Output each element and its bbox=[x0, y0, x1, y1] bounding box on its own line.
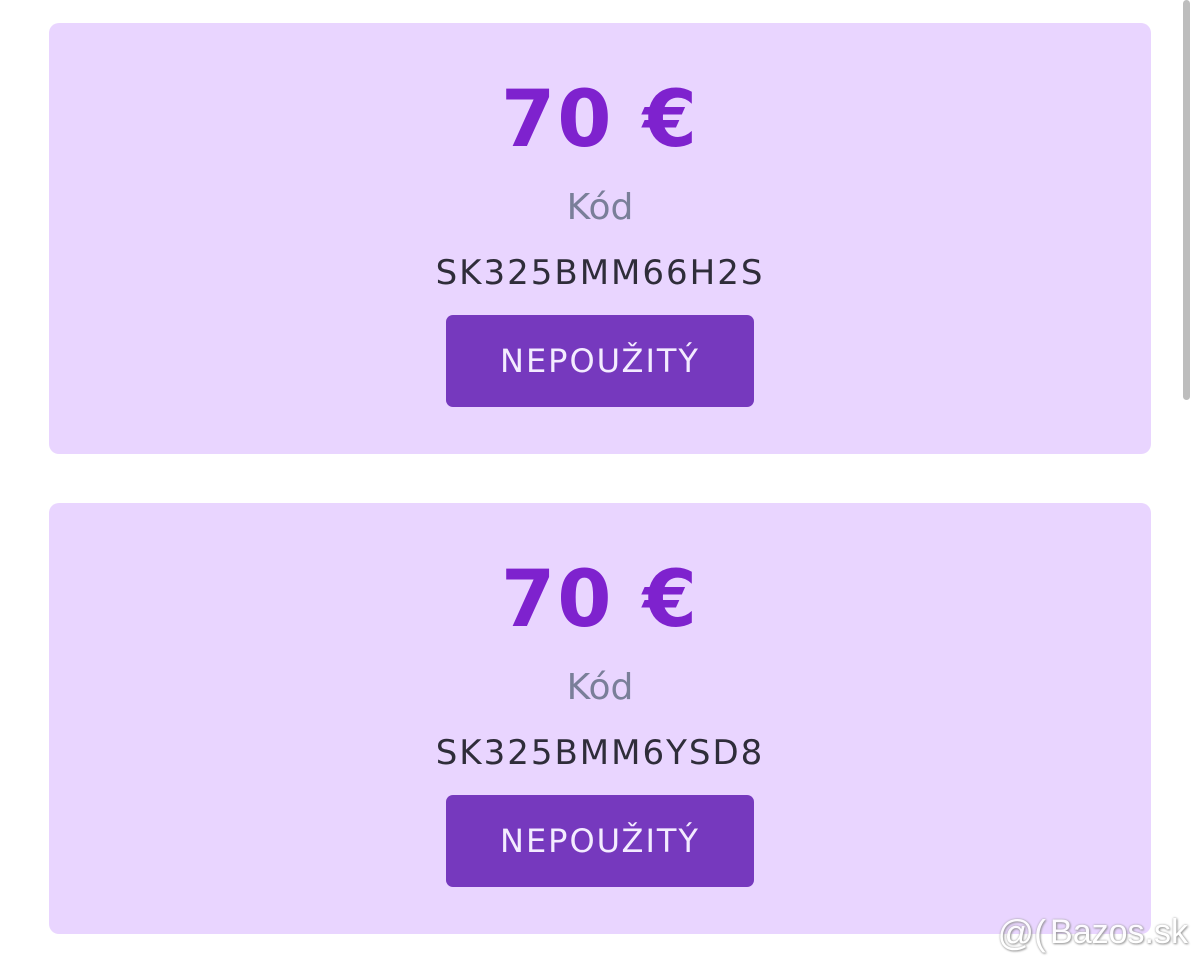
voucher-card: 70 € Kód SK325BMM66H2S NEPOUŽITÝ bbox=[49, 23, 1151, 454]
watermark: @( Bazos.sk bbox=[998, 913, 1189, 952]
code-label: Kód bbox=[566, 187, 634, 228]
status-button[interactable]: NEPOUŽITÝ bbox=[446, 795, 754, 887]
voucher-amount: 70 € bbox=[501, 555, 699, 645]
watermark-text: Bazos.sk bbox=[1050, 913, 1188, 951]
status-button[interactable]: NEPOUŽITÝ bbox=[446, 315, 754, 407]
voucher-card: 70 € Kód SK325BMM6YSD8 NEPOUŽITÝ bbox=[49, 503, 1151, 934]
bazos-logo-icon: @( bbox=[997, 911, 1047, 953]
code-label: Kód bbox=[566, 667, 634, 708]
voucher-amount: 70 € bbox=[501, 75, 699, 165]
scrollbar-thumb[interactable] bbox=[1183, 0, 1190, 400]
voucher-code: SK325BMM6YSD8 bbox=[435, 733, 765, 773]
voucher-code: SK325BMM66H2S bbox=[435, 253, 765, 293]
